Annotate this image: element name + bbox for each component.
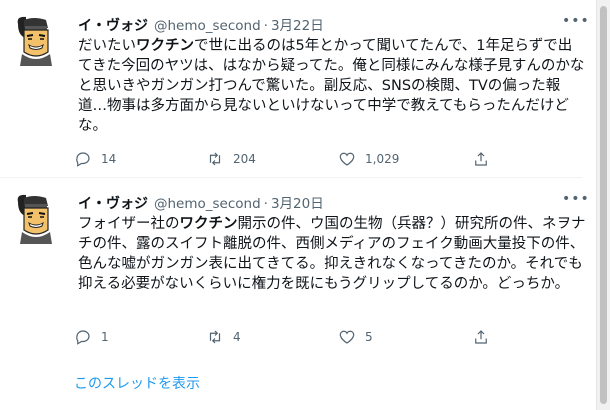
separator-dot: ·	[263, 18, 268, 34]
tweet-text-bold: ワクチン	[136, 38, 194, 54]
avatar[interactable]	[12, 14, 58, 66]
tweet-date[interactable]: 3月22日	[271, 14, 324, 34]
user-handle[interactable]: @hemo_second	[154, 196, 261, 212]
reply-button[interactable]: 14	[74, 150, 116, 168]
action-bar: 1 4 5	[74, 328, 594, 348]
scrollbar[interactable]	[596, 0, 610, 410]
like-button[interactable]: 5	[338, 328, 373, 346]
tweet-text-part: だいたい	[78, 38, 136, 54]
tweet-text-bold: ワクチン	[179, 216, 238, 232]
tweet[interactable]: イ・ヴォジ @hemo_second · 3月22日 ••• だいたいワクチンで…	[0, 0, 596, 178]
retweet-count: 4	[233, 330, 241, 344]
share-icon	[475, 330, 487, 344]
tweet-date[interactable]: 3月20日	[271, 192, 324, 212]
action-bar: 14 204 1,029	[74, 150, 594, 170]
like-icon	[339, 152, 355, 166]
like-icon	[339, 330, 355, 344]
reply-count: 14	[101, 152, 117, 166]
separator-dot: ·	[263, 196, 268, 212]
display-name[interactable]: イ・ヴォジ	[78, 15, 148, 35]
retweet-count: 204	[233, 152, 256, 166]
tweet-text: だいたいワクチンで世に出るのは5年とかって聞いてたんで、1年足らずで出てきた今回…	[78, 36, 586, 136]
show-thread-link[interactable]: このスレッドを表示	[74, 373, 200, 393]
reply-count: 1	[101, 330, 109, 344]
retweet-icon	[209, 152, 221, 166]
display-name[interactable]: イ・ヴォジ	[78, 193, 148, 213]
tweet-text: フォイザー社のワクチン開示の件、ウ国の生物（兵器？）研究所の件、ネヲナチの件、露…	[78, 214, 586, 294]
like-button[interactable]: 1,029	[338, 150, 399, 168]
retweet-icon	[209, 330, 221, 344]
tweet-header: イ・ヴォジ @hemo_second · 3月20日	[78, 192, 324, 212]
reply-icon	[76, 330, 90, 345]
share-button[interactable]	[472, 328, 490, 346]
like-count: 5	[365, 330, 373, 344]
tweet[interactable]: イ・ヴォジ @hemo_second · 3月20日 ••• フォイザー社のワク…	[0, 178, 596, 356]
user-handle[interactable]: @hemo_second	[154, 18, 261, 34]
reply-button[interactable]: 1	[74, 328, 109, 346]
more-icon[interactable]: •••	[562, 192, 589, 212]
retweet-button[interactable]: 4	[206, 328, 241, 346]
share-button[interactable]	[472, 150, 490, 168]
retweet-button[interactable]: 204	[206, 150, 256, 168]
share-icon	[475, 152, 487, 166]
like-count: 1,029	[365, 152, 400, 166]
more-icon[interactable]: •••	[562, 14, 589, 34]
avatar[interactable]	[12, 192, 58, 244]
reply-icon	[76, 152, 90, 167]
tweet-text-part: フォイザー社の	[78, 216, 180, 232]
scrollbar-thumb[interactable]	[600, 6, 607, 404]
tweet-header: イ・ヴォジ @hemo_second · 3月22日	[78, 14, 324, 34]
